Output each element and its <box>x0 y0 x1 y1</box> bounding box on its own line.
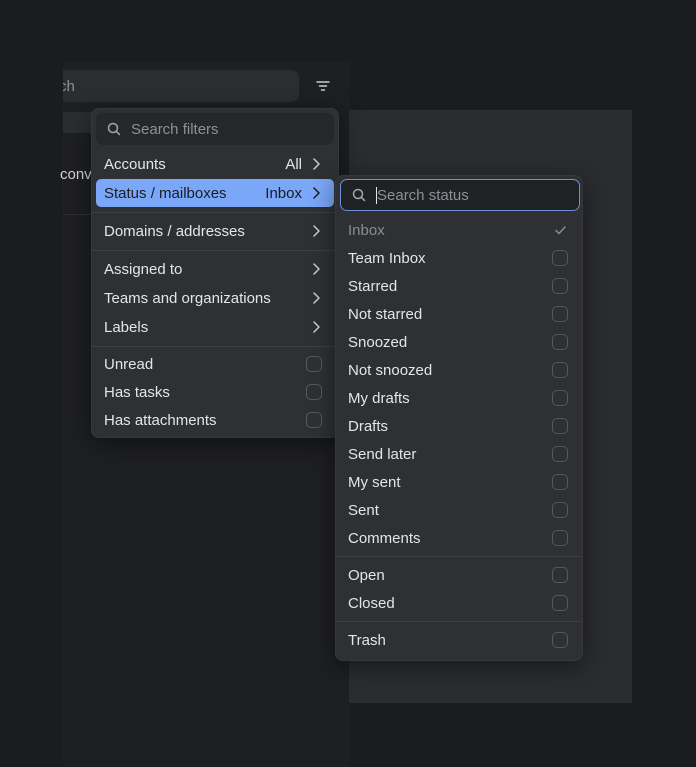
search-status-input[interactable]: Search status <box>340 179 580 211</box>
search-status-placeholder: Search status <box>377 186 469 204</box>
filter-item-labels[interactable]: Labels <box>96 313 334 341</box>
chevron-right-icon <box>312 187 320 199</box>
has-attachments-checkbox[interactable] <box>306 412 322 428</box>
status-checkbox[interactable] <box>552 474 568 490</box>
checkmark-icon <box>552 222 568 238</box>
status-checkbox[interactable] <box>552 502 568 518</box>
status-item-open[interactable]: Open <box>340 561 580 589</box>
status-checkbox[interactable] <box>552 390 568 406</box>
list-divider <box>63 214 93 215</box>
filter-icon <box>316 81 330 91</box>
menu-separator <box>92 250 338 251</box>
status-checkbox[interactable] <box>552 632 568 648</box>
search-icon <box>352 188 366 202</box>
status-item-send-later[interactable]: Send later <box>340 440 580 468</box>
status-checkbox[interactable] <box>552 418 568 434</box>
status-item-drafts[interactable]: Drafts <box>340 412 580 440</box>
filter-item-status-mailboxes[interactable]: Status / mailboxes Inbox <box>96 179 334 207</box>
filter-item-accounts[interactable]: Accounts All <box>96 150 334 178</box>
status-checkbox[interactable] <box>552 278 568 294</box>
chevron-right-icon <box>312 158 320 170</box>
status-checkbox[interactable] <box>552 362 568 378</box>
menu-separator <box>336 621 582 622</box>
filter-button[interactable] <box>312 75 334 97</box>
chevron-right-icon <box>312 292 320 304</box>
conversation-item-partial[interactable]: conv <box>60 166 92 183</box>
unread-checkbox[interactable] <box>306 356 322 372</box>
has-tasks-checkbox[interactable] <box>306 384 322 400</box>
status-checkbox[interactable] <box>552 567 568 583</box>
conversation-search-input[interactable]: ch <box>63 70 299 102</box>
status-item-not-starred[interactable]: Not starred <box>340 300 580 328</box>
filters-menu: Search filters Accounts All Status / mai… <box>91 108 339 438</box>
status-item-sent[interactable]: Sent <box>340 496 580 524</box>
status-checkbox[interactable] <box>552 530 568 546</box>
menu-separator <box>92 346 338 347</box>
chevron-right-icon <box>312 321 320 333</box>
chevron-right-icon <box>312 263 320 275</box>
status-checkbox[interactable] <box>552 446 568 462</box>
status-value: Inbox <box>265 184 302 202</box>
status-item-comments[interactable]: Comments <box>340 524 580 552</box>
filter-item-has-tasks[interactable]: Has tasks <box>96 378 334 406</box>
status-item-team-inbox[interactable]: Team Inbox <box>340 244 580 272</box>
chevron-right-icon <box>312 225 320 237</box>
status-item-my-drafts[interactable]: My drafts <box>340 384 580 412</box>
status-item-inbox[interactable]: Inbox <box>340 216 580 244</box>
accounts-value: All <box>285 155 302 173</box>
search-icon <box>107 122 121 136</box>
status-item-closed[interactable]: Closed <box>340 589 580 617</box>
status-checkbox[interactable] <box>552 595 568 611</box>
status-item-starred[interactable]: Starred <box>340 272 580 300</box>
status-item-not-snoozed[interactable]: Not snoozed <box>340 356 580 384</box>
status-item-snoozed[interactable]: Snoozed <box>340 328 580 356</box>
filter-item-domains-addresses[interactable]: Domains / addresses <box>96 217 334 245</box>
menu-separator <box>336 556 582 557</box>
search-filters-placeholder: Search filters <box>131 120 219 138</box>
status-checkbox[interactable] <box>552 250 568 266</box>
menu-separator <box>92 212 338 213</box>
status-checkbox[interactable] <box>552 306 568 322</box>
filter-item-assigned-to[interactable]: Assigned to <box>96 255 334 283</box>
conversation-search-partial-text: ch <box>63 77 75 95</box>
status-submenu: Search status Inbox Team Inbox Starred N… <box>335 175 583 661</box>
filter-item-teams-organizations[interactable]: Teams and organizations <box>96 284 334 312</box>
status-checkbox[interactable] <box>552 334 568 350</box>
search-filters-input[interactable]: Search filters <box>96 113 334 145</box>
status-item-trash[interactable]: Trash <box>340 626 580 654</box>
status-item-my-sent[interactable]: My sent <box>340 468 580 496</box>
filter-item-unread[interactable]: Unread <box>96 350 334 378</box>
filter-item-has-attachments[interactable]: Has attachments <box>96 406 334 434</box>
